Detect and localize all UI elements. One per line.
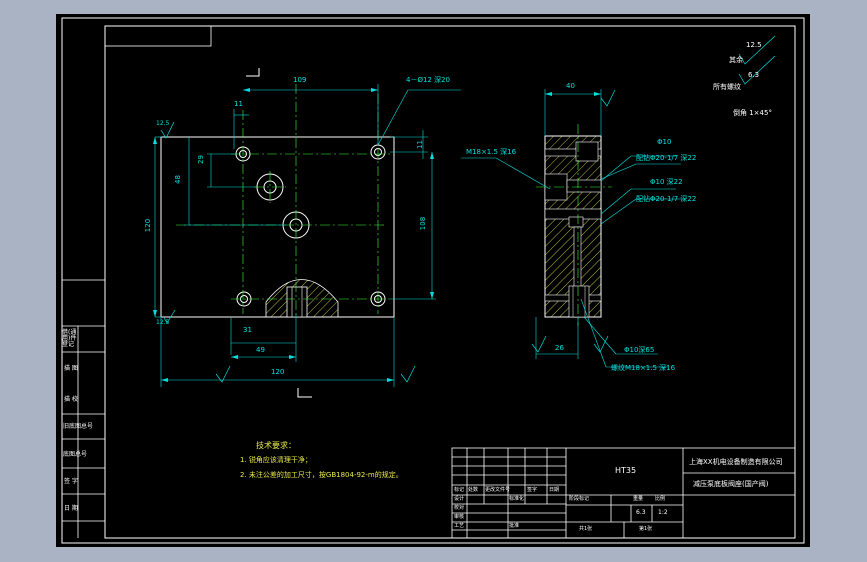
strip-borrowed: 借(通用)件登记 xyxy=(62,329,77,348)
front-view xyxy=(153,68,461,398)
chamfer-note: 倒角 1×45° xyxy=(733,109,772,117)
tb-header-doc: 更改文件号 xyxy=(485,487,511,493)
dim-108: 108 xyxy=(419,216,428,231)
part-name: 减压泵底板阀座(国产阀) xyxy=(693,480,769,488)
cad-svg xyxy=(61,17,805,544)
company-name: 上海XX机电设备制造有限公司 xyxy=(689,458,783,466)
finish-value-2: 6.3 xyxy=(748,71,760,79)
tech-req-item-2: 2. 未注公差的加工尺寸，按GB1804-92-m的规定。 xyxy=(240,471,403,479)
dim-31: 31 xyxy=(243,326,252,334)
hole-callout: 4－Ø12 深20 xyxy=(406,76,451,84)
dim-top-offset: 11 xyxy=(415,140,424,149)
roughness-bottom: 12.5 xyxy=(156,319,170,326)
thread-bottom-callout: 螺纹M18×1.5 深16 xyxy=(611,364,676,372)
tb-scale-label: 比例 xyxy=(655,496,666,502)
material: HT35 xyxy=(615,466,637,475)
strip-old-base: 旧底图总号 xyxy=(63,423,94,430)
strip-check: 描 校 xyxy=(64,396,78,403)
strip-trace: 描 图 xyxy=(64,365,78,372)
dim-left-offset: 11 xyxy=(234,100,243,108)
tb-row-check: 校对 xyxy=(454,505,465,511)
top-left-label-box xyxy=(104,25,212,47)
thread-top-callout: M18×1.5 深16 xyxy=(466,148,517,156)
tb-weight-label: 重量 xyxy=(633,496,644,502)
strip-sign: 签 字 xyxy=(64,478,78,485)
tech-req-title: 技术要求： xyxy=(256,441,296,450)
dim-109: 109 xyxy=(293,76,307,84)
hole-phi10: Φ10 xyxy=(657,138,672,146)
hole-phi10-depth: Φ10 深22 xyxy=(650,178,683,186)
dim-49: 49 xyxy=(256,346,265,354)
finish-label-1: 其余 xyxy=(729,56,743,64)
dim-48: 48 xyxy=(173,175,182,184)
tb-header-count: 处数 xyxy=(468,487,479,493)
pin-hole-2: 配钻Φ20-1/7 深22 xyxy=(636,195,697,203)
strip-base: 底图总号 xyxy=(63,451,88,458)
tb-header-mark: 标记 xyxy=(454,487,465,493)
tb-standard: 标准化 xyxy=(509,496,525,502)
finish-value-1: 12.5 xyxy=(746,41,762,49)
tb-scale: 1:2 xyxy=(658,509,668,516)
tb-row-process: 工艺 xyxy=(454,523,465,529)
tb-approve: 批准 xyxy=(509,523,520,529)
dim-120-horizontal: 120 xyxy=(271,368,285,376)
finish-label-2: 所有螺纹 xyxy=(713,83,741,91)
tb-header-date: 日期 xyxy=(549,487,560,493)
tb-stage: 阶段标记 xyxy=(569,496,590,502)
tb-weight: 6.3 xyxy=(636,509,646,516)
strip-date: 日 期 xyxy=(64,505,78,512)
tb-row-design: 设计 xyxy=(454,496,465,502)
dim-120-vertical: 120 xyxy=(144,218,153,233)
tb-row-review: 审核 xyxy=(454,514,465,520)
tech-req-item-1: 1. 锐角应该清理干净； xyxy=(240,456,312,464)
dim-29: 29 xyxy=(196,155,205,164)
pin-hole-1: 配钻Φ20-1/7 深22 xyxy=(636,154,697,162)
tb-sheet-no: 第1张 xyxy=(639,526,653,532)
drawing-sheet[interactable]: 109 4－Ø12 深20 11 11 29 48 120 108 31 49 … xyxy=(56,14,810,547)
tb-sheet-total: 共1张 xyxy=(579,526,593,532)
dim-40: 40 xyxy=(566,82,575,90)
left-strip-grid xyxy=(62,279,105,538)
dim-26: 26 xyxy=(555,344,564,352)
hole-bottom-callout: Φ10深65 xyxy=(624,346,655,354)
cad-viewport[interactable]: 109 4－Ø12 深20 11 11 29 48 120 108 31 49 … xyxy=(0,0,867,562)
tb-header-sign: 签字 xyxy=(527,487,538,493)
roughness-top: 12.5 xyxy=(156,120,170,127)
